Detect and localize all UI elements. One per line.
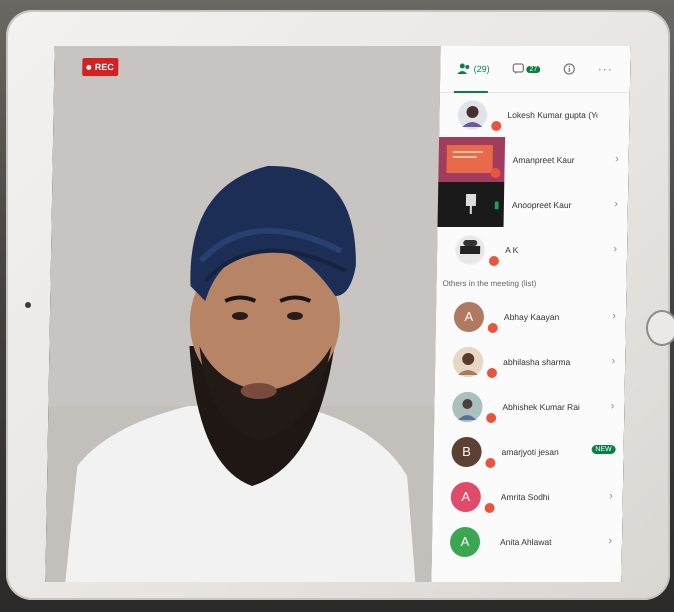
avatar: B [451,436,482,467]
chevron-right-icon: › [608,535,613,547]
participant-row[interactable]: A K › [437,227,628,272]
section-header: Others in the meeting (list) [442,278,537,288]
chat-badge: 27 [526,65,541,73]
panel-tabs: (29) 27 ··· [439,46,631,93]
participant-name: abhilasha sharma [503,356,571,367]
avatar [452,346,484,377]
recording-indicator: REC [82,58,119,76]
tab-chat[interactable]: 27 [512,63,541,75]
record-dot-icon [86,64,92,70]
participant-row[interactable]: A Anita Ahlawat › [432,519,623,564]
muted-mic-icon [486,413,497,423]
muted-mic-icon [486,368,498,378]
participant-list: Lokesh Kumar gupta (You) Amanpreet Kaur … [432,92,630,564]
muted-mic-icon [484,503,495,513]
participant-name: Amrita Sodhi [500,491,550,502]
participants-panel: (29) 27 ··· Lokesh Kumar gupta (You) Ama… [431,46,631,582]
avatar: A [453,301,485,332]
avatar-initial: A [464,309,474,324]
more-icon: ··· [597,62,613,76]
muted-mic-icon [488,256,500,266]
avatar-initial: A [461,489,471,504]
tab-people[interactable]: (29) [457,63,490,75]
participant-row[interactable]: Amanpreet Kaur › [438,137,629,182]
new-badge: NEW [591,445,616,454]
participant-name: Anoopreet Kaur [511,199,572,210]
chevron-right-icon: › [611,355,616,367]
participant-name: Amanpreet Kaur [512,154,575,165]
avatar-initial: B [462,444,472,459]
avatar [454,234,486,265]
muted-mic-icon [491,121,502,131]
people-icon [457,63,470,74]
avatar-initial: A [460,534,470,549]
participant-row[interactable]: A Amrita Sodhi › [432,474,623,519]
chevron-right-icon: › [614,198,619,210]
people-count: (29) [473,64,490,74]
participant-name: Anita Ahlawat [499,536,552,547]
avatar [457,99,488,130]
participant-row[interactable]: B amarjyoti jesan NEW [433,429,624,474]
avatar [452,391,483,422]
chevron-right-icon: › [613,243,618,255]
speaking-indicator-icon: ▮ [493,200,500,211]
participant-name: Abhay Kaayan [503,311,560,322]
home-button[interactable] [646,310,674,346]
main-video: REC [45,46,441,582]
participant-name: amarjyoti jesan [501,446,559,457]
chevron-right-icon: › [609,490,613,502]
participant-row[interactable]: Abhishek Kumar Rai › [434,384,625,429]
participant-row[interactable]: abhilasha sharma › [435,339,626,384]
muted-mic-icon [485,458,496,468]
speaker-video [45,46,441,582]
chevron-right-icon: › [614,153,619,165]
meeting-screen: REC (29) 27 ··· Lokesh Kumar gupta (You)… [45,46,631,582]
chevron-right-icon: › [610,400,615,412]
participant-row[interactable]: Lokesh Kumar gupta (You) [439,92,630,137]
participant-name: Lokesh Kumar gupta (You) [507,109,598,120]
tablet-frame: REC (29) 27 ··· Lokesh Kumar gupta (You)… [6,10,674,600]
participant-row[interactable]: A Abhay Kaayan › [436,294,627,339]
recording-label: REC [94,62,114,72]
front-camera [25,302,31,308]
avatar: A [449,526,481,557]
chat-icon [512,63,525,74]
tab-more[interactable]: ··· [598,62,613,76]
participant-name: A K [505,244,519,255]
info-icon [563,63,575,75]
participant-row[interactable]: ▮ Anoopreet Kaur › [437,182,629,227]
avatar: A [450,481,482,512]
chevron-right-icon: › [612,310,617,322]
muted-mic-icon [487,323,498,333]
tab-info[interactable] [563,63,575,75]
participant-name: Abhishek Kumar Rai [502,401,580,412]
